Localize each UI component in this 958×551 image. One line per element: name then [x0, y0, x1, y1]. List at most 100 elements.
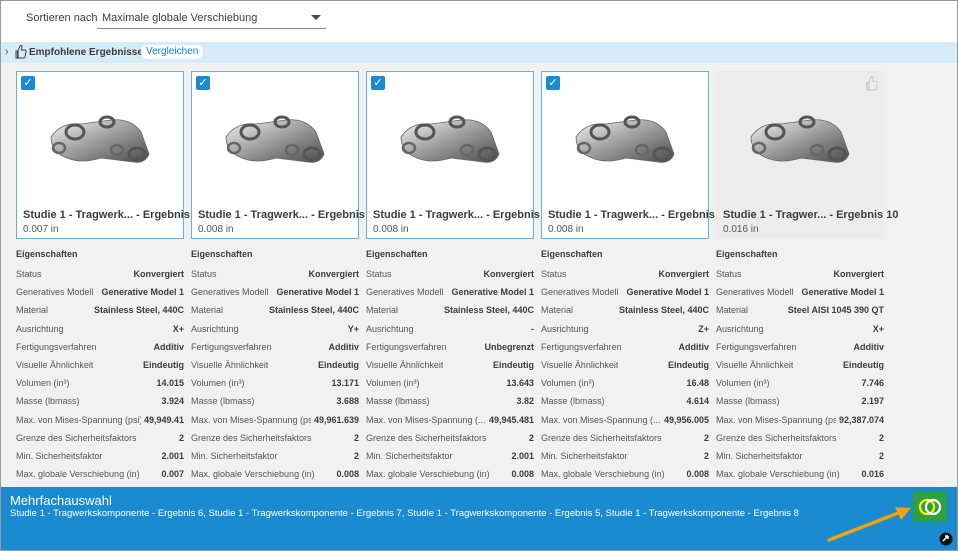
checkbox-checked-icon[interactable]: ✓ [371, 76, 385, 90]
property-value: 7.746 [858, 378, 884, 389]
property-value: 0.008 [508, 469, 534, 480]
sort-label: Sortieren nach [26, 12, 98, 24]
property-row: Ausrichtung X+ [716, 323, 884, 342]
properties-column: Eigenschaften Status Konvergiert Generative… [716, 249, 884, 487]
property-label: Status [716, 269, 742, 279]
property-value: Generative Model 1 [448, 287, 534, 298]
property-label: Fertigungsverfahren [366, 341, 447, 352]
property-label: Min. Sicherheitsfaktor [16, 450, 103, 461]
compare-icon [918, 498, 942, 516]
property-row: Fertigungsverfahren Additiv [16, 341, 184, 360]
result-title-number: - Ergebnis 8 [661, 209, 725, 221]
property-value: Stainless Steel, 440C [440, 305, 534, 316]
result-title-number: - Ergebnis 6 [136, 209, 200, 221]
result-card[interactable]: ✓ Studie 1 - Tragwerk... - Ergebnis 6 0.00… [16, 71, 199, 239]
property-row: Masse (lbmass) 2.197 [716, 396, 884, 414]
property-row: Max. globale Verschiebung (in) 0.008 [191, 469, 359, 487]
property-label: Status [541, 269, 567, 279]
results-panel: ✓ Studie 1 - Tragwerk... - Ergebnis 6 0.00… [1, 63, 957, 487]
result-card[interactable]: ✓ Studie 1 - Tragwerk... - Ergebnis 5 0.00… [366, 71, 549, 239]
property-row: Volumen (in³) 13.643 [366, 378, 534, 396]
property-value: 3.82 [513, 396, 534, 407]
property-value: 4.614 [683, 396, 709, 407]
result-title: Studie 1 - Tragwerk... - Ergebnis 5 [373, 209, 549, 221]
property-value: 0.008 [333, 469, 359, 480]
property-value: 14.015 [153, 378, 184, 389]
property-value: Eindeutig [140, 359, 184, 370]
property-label: Max. von Mises-Spannung (... [366, 414, 486, 425]
property-row: Ausrichtung Z+ [541, 323, 709, 342]
property-value: Stainless Steel, 440C [90, 305, 184, 316]
property-value: 3.924 [158, 396, 184, 407]
properties-header: Eigenschaften [716, 249, 778, 259]
property-value: Additiv [850, 341, 884, 352]
property-label: Visuelle Ähnlichkeit [16, 359, 94, 370]
property-row: Generatives Modell Generative Model 1 [541, 287, 709, 305]
checkbox-checked-icon[interactable]: ✓ [546, 76, 560, 90]
property-label: Fertigungsverfahren [716, 341, 797, 352]
sort-dropdown[interactable]: Maximale globale Verschiebung [97, 7, 326, 29]
property-row: Visuelle Ähnlichkeit Eindeutig [366, 359, 534, 378]
properties-column: Eigenschaften Status Konvergiert Generative… [16, 249, 184, 487]
property-label: Masse (lbmass) [16, 396, 80, 407]
property-label: Generatives Modell [191, 287, 269, 298]
thumbs-up-icon[interactable] [865, 75, 879, 91]
property-value: 49,961.639 [310, 414, 359, 425]
property-row: Grenze des Sicherheitsfaktors 2 [541, 432, 709, 451]
compare-link[interactable]: Vergleichen [141, 45, 204, 59]
property-row: Grenze des Sicherheitsfaktors 2 [366, 432, 534, 451]
property-label: Visuelle Ähnlichkeit [366, 359, 444, 370]
property-row: Material Stainless Steel, 440C [541, 305, 709, 323]
property-row: Volumen (in³) 13.171 [191, 378, 359, 396]
multi-select-footer: Mehrfachauswahl Studie 1 - Tragwerkskomp… [1, 487, 957, 550]
property-row: Visuelle Ähnlichkeit Eindeutig [16, 359, 184, 378]
property-row: Min. Sicherheitsfaktor 2 [191, 450, 359, 469]
properties-header: Eigenschaften [541, 249, 603, 259]
property-label: Grenze des Sicherheitsfaktors [366, 432, 487, 443]
result-card[interactable]: Studie 1 - Tragwer... - Ergebnis 10 0.016… [716, 71, 898, 239]
result-title-number: - Ergebnis 10 [829, 209, 899, 221]
property-value: Stainless Steel, 440C [615, 305, 709, 316]
checkbox-checked-icon[interactable]: ✓ [21, 76, 35, 90]
chevron-right-icon[interactable]: › [5, 46, 9, 58]
result-title: Studie 1 - Tragwerk... - Ergebnis 8 [548, 209, 724, 221]
property-value: 2 [700, 432, 709, 443]
property-value: 2 [175, 432, 184, 443]
chevron-down-icon [311, 15, 321, 20]
property-value: Generative Model 1 [798, 287, 884, 298]
property-value: Generative Model 1 [98, 287, 184, 298]
property-value: Konvergiert [130, 269, 184, 279]
property-value: 0.008 [683, 469, 709, 480]
result-card[interactable]: ✓ Studie 1 - Tragwerk... - Ergebnis 8 0.00… [541, 71, 724, 239]
compare-button[interactable] [913, 492, 947, 522]
result-subtitle: 0.016 in [723, 224, 759, 235]
property-row: Generatives Modell Generative Model 1 [716, 287, 884, 305]
property-value: 2 [875, 432, 884, 443]
property-value: Additiv [675, 341, 709, 352]
property-row: Visuelle Ähnlichkeit Eindeutig [716, 359, 884, 378]
part-thumbnail [50, 115, 150, 163]
property-value: Additiv [325, 341, 359, 352]
property-label: Max. von Mises-Spannung (psi) [716, 414, 843, 425]
property-row: Grenze des Sicherheitsfaktors 2 [716, 432, 884, 451]
thumbs-up-icon [15, 45, 27, 59]
property-row: Volumen (in³) 7.746 [716, 378, 884, 396]
property-value: 16.48 [683, 378, 709, 389]
property-row: Status Konvergiert [16, 269, 184, 287]
property-label: Generatives Modell [16, 287, 94, 298]
property-row: Min. Sicherheitsfaktor 2 [541, 450, 709, 469]
property-row: Generatives Modell Generative Model 1 [16, 287, 184, 305]
property-label: Visuelle Ähnlichkeit [541, 359, 619, 370]
result-card[interactable]: ✓ Studie 1 - Tragwerk... - Ergebnis 7 0.00… [191, 71, 374, 239]
recommended-bar: › Empfohlene Ergebnisse Vergleichen [1, 42, 957, 63]
property-row: Visuelle Ähnlichkeit Eindeutig [191, 359, 359, 378]
property-value: Konvergiert [305, 269, 359, 279]
property-label: Status [16, 269, 42, 279]
property-label: Masse (lbmass) [366, 396, 430, 407]
property-label: Max. globale Verschiebung (in) [541, 469, 665, 480]
property-row: Volumen (in³) 14.015 [16, 378, 184, 396]
property-label: Ausrichtung [541, 323, 589, 334]
checkbox-checked-icon[interactable]: ✓ [196, 76, 210, 90]
property-label: Volumen (in³) [366, 378, 420, 389]
property-row: Max. von Mises-Spannung (psi) 92,387.074 [716, 414, 884, 433]
